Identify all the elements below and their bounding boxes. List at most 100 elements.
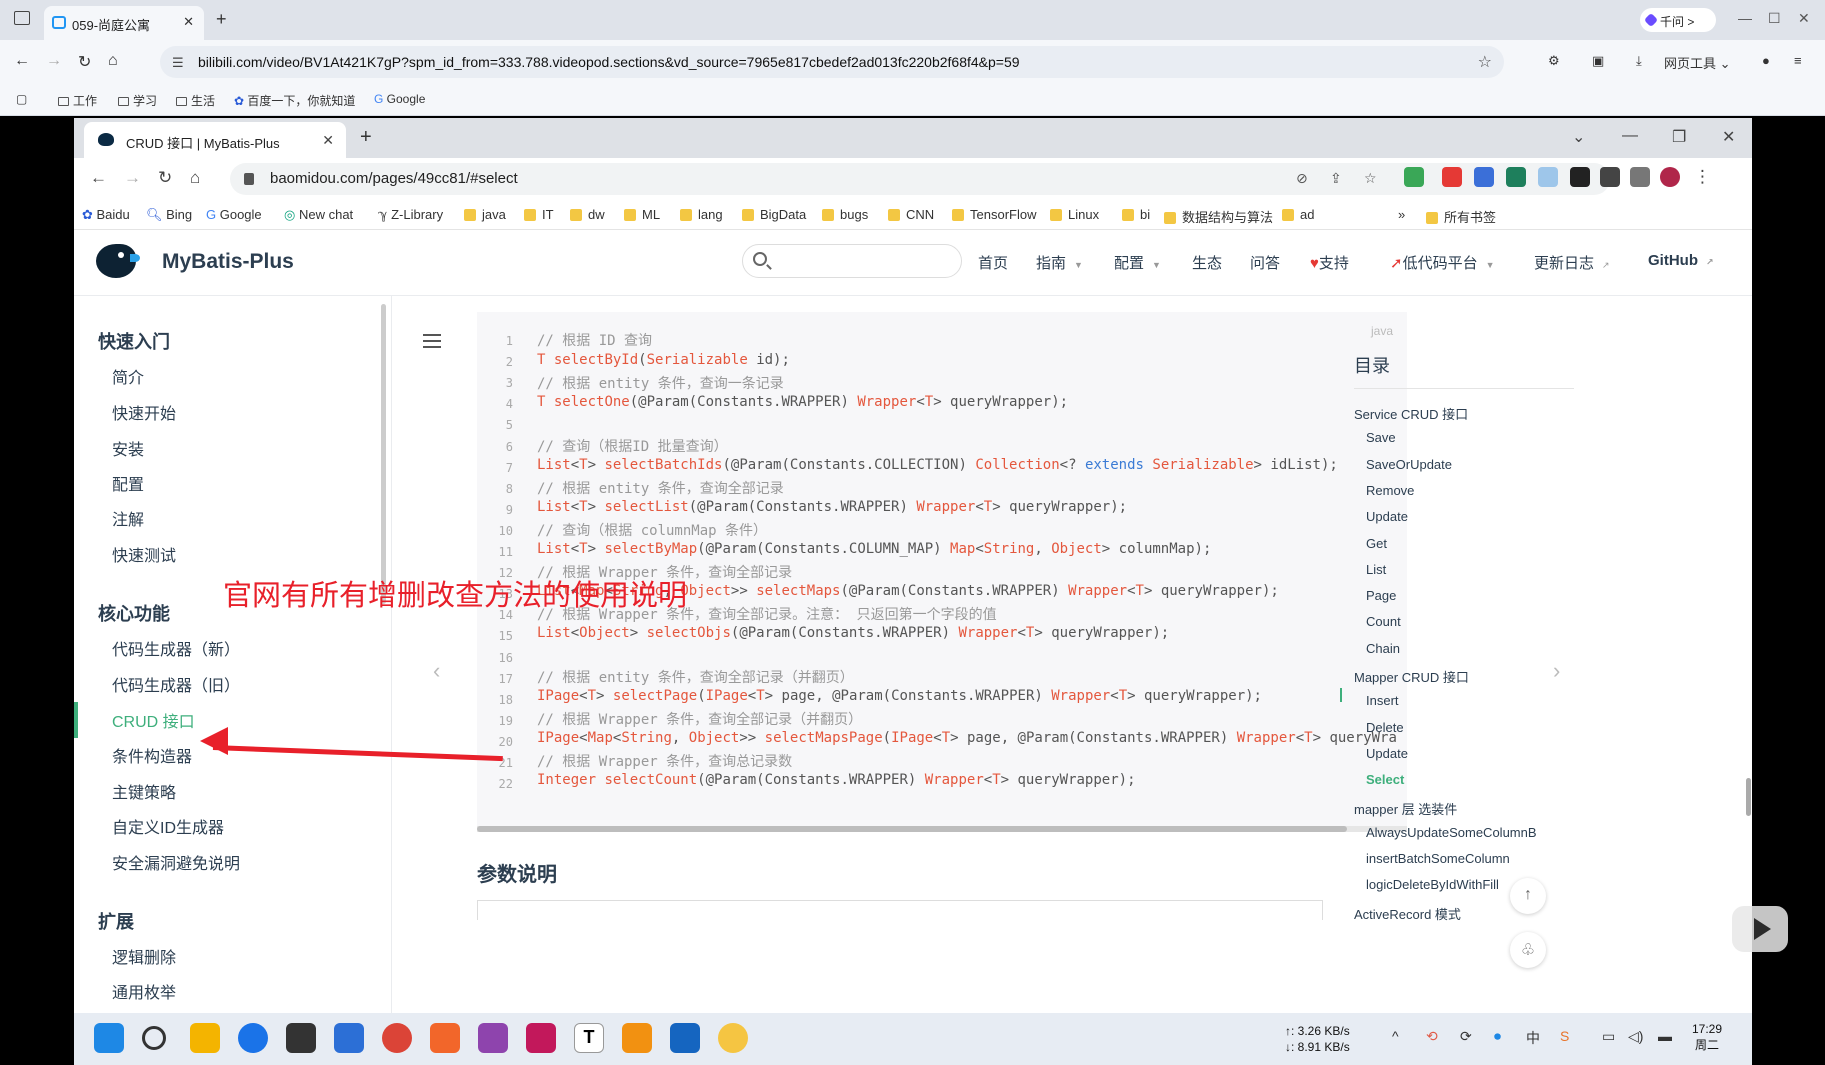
- app-paw-icon[interactable]: [718, 1023, 748, 1053]
- outer-tab-active[interactable]: 059-尚庭公寓 ✕: [44, 6, 204, 40]
- bookmark-baidu[interactable]: ✿ 百度一下，你就知道: [234, 92, 355, 109]
- extension-translate-icon[interactable]: [1474, 167, 1494, 187]
- tray-s-icon[interactable]: S: [1560, 1028, 1569, 1044]
- close-tab-icon[interactable]: ✕: [322, 132, 334, 149]
- nav-support[interactable]: ♥支持: [1310, 252, 1349, 273]
- site-info-icon[interactable]: ☰: [172, 55, 184, 71]
- profile-avatar[interactable]: ●: [1762, 53, 1770, 68]
- reload-icon[interactable]: ↻: [78, 52, 91, 72]
- extensions-puzzle-icon[interactable]: [1600, 167, 1620, 187]
- toc-item[interactable]: Count: [1366, 614, 1401, 629]
- new-tab-button[interactable]: +: [360, 126, 372, 149]
- back-icon[interactable]: ←: [90, 168, 107, 188]
- bookmark-lang[interactable]: lang: [680, 207, 723, 222]
- sidepanel-icon[interactable]: [1630, 167, 1650, 187]
- sidebar-item-codegen-new[interactable]: 代码生成器（新）: [112, 636, 240, 660]
- sidebar-section-title[interactable]: 核心功能: [98, 600, 170, 626]
- site-name[interactable]: MyBatis-Plus: [162, 250, 294, 274]
- home-icon[interactable]: ⌂: [108, 52, 118, 70]
- nav-ecosystem[interactable]: 生态: [1192, 252, 1222, 273]
- nav-github[interactable]: GitHub ↗: [1648, 252, 1714, 269]
- toc-item[interactable]: List: [1366, 562, 1386, 577]
- bookmark-it[interactable]: IT: [524, 207, 554, 222]
- toc-item[interactable]: Chain: [1366, 641, 1400, 656]
- sidebar-item-logicdelete[interactable]: 逻辑删除: [112, 944, 176, 968]
- tray-expand-icon[interactable]: ^: [1392, 1028, 1399, 1044]
- bookmark-dw[interactable]: dw: [570, 207, 605, 222]
- close-tab-icon[interactable]: ✕: [183, 14, 194, 30]
- sidebar-item-install[interactable]: 安装: [112, 436, 144, 460]
- bookmark-newchat[interactable]: ◎ New chat: [284, 207, 353, 223]
- theme-toggle-icon[interactable]: ♧: [1510, 932, 1546, 968]
- bookmark-tensorflow[interactable]: TensorFlow: [952, 207, 1036, 222]
- search-icon[interactable]: [142, 1026, 166, 1050]
- sidebar-item-config[interactable]: 配置: [112, 471, 144, 495]
- vm-icon[interactable]: [670, 1023, 700, 1053]
- menu-icon[interactable]: ⋮: [1694, 167, 1711, 187]
- sidebar-scrollbar[interactable]: [381, 304, 386, 604]
- share-icon[interactable]: ⇪: [1330, 170, 1342, 187]
- terminal-icon[interactable]: [286, 1023, 316, 1053]
- bookmark-bigdata[interactable]: BigData: [742, 207, 806, 222]
- forward-icon[interactable]: →: [124, 168, 141, 188]
- clock[interactable]: 17:29 周二: [1692, 1021, 1722, 1053]
- more-bookmarks-button[interactable]: »: [1398, 207, 1405, 222]
- web-tools-button[interactable]: 网页工具 ⌄: [1664, 53, 1731, 72]
- extension-adguard-icon[interactable]: [1404, 167, 1424, 187]
- close-window-button[interactable]: ✕: [1722, 127, 1735, 147]
- toc-item[interactable]: Update: [1366, 509, 1408, 524]
- chrome-icon[interactable]: [382, 1023, 412, 1053]
- restore-button[interactable]: ❐: [1672, 127, 1686, 147]
- toc-item[interactable]: Update: [1366, 746, 1408, 761]
- sidebar-item-annotation[interactable]: 注解: [112, 506, 144, 530]
- bookmark-baidu[interactable]: ✿ Baidu: [82, 207, 130, 223]
- bookmark-google[interactable]: G Google: [374, 92, 425, 106]
- toc-item[interactable]: Get: [1366, 536, 1387, 551]
- install-app-icon[interactable]: ⊘: [1296, 170, 1308, 187]
- bookmark-bing[interactable]: 🔍︎ Bing: [146, 207, 192, 223]
- tray-app-icon[interactable]: ⟲: [1426, 1028, 1438, 1045]
- nav-changelog[interactable]: 更新日志 ↗: [1534, 252, 1610, 273]
- intellij-icon[interactable]: [526, 1023, 556, 1053]
- nav-config[interactable]: 配置 ▼: [1114, 252, 1161, 273]
- typora-icon[interactable]: T: [574, 1023, 604, 1053]
- sidebar-section-title[interactable]: 快速入门: [98, 328, 170, 354]
- bookmark-life[interactable]: 生活: [176, 92, 215, 109]
- app-diamond-icon[interactable]: [478, 1023, 508, 1053]
- profile-avatar[interactable]: [1660, 167, 1680, 187]
- toc-item[interactable]: insertBatchSomeColumn: [1366, 851, 1510, 866]
- toc-item[interactable]: Insert: [1366, 693, 1399, 708]
- forward-icon[interactable]: →: [46, 52, 62, 70]
- bookmark-star-icon[interactable]: ☆: [1364, 170, 1377, 187]
- network-icon[interactable]: ▭: [1602, 1028, 1615, 1045]
- toc-item[interactable]: SaveOrUpdate: [1366, 457, 1452, 472]
- toc-item[interactable]: Page: [1366, 588, 1396, 603]
- new-tab-button[interactable]: +: [216, 9, 227, 30]
- sidebar-item-security[interactable]: 安全漏洞避免说明: [112, 850, 240, 874]
- battery-icon[interactable]: ▬: [1658, 1028, 1672, 1044]
- toc-item[interactable]: Select: [1366, 772, 1404, 787]
- sidebar-item-intro[interactable]: 简介: [112, 364, 144, 388]
- toc-item[interactable]: Mapper CRUD 接口: [1354, 667, 1469, 686]
- nav-faq[interactable]: 问答: [1250, 252, 1280, 273]
- extension-cloud-icon[interactable]: [1538, 167, 1558, 187]
- sidebar-item-quicktest[interactable]: 快速测试: [112, 542, 176, 566]
- nav-lowcode[interactable]: ➚低代码平台 ▼: [1390, 252, 1495, 273]
- start-icon[interactable]: [94, 1023, 124, 1053]
- hamburger-menu-icon[interactable]: [423, 334, 441, 352]
- sidebar-item-crud[interactable]: CRUD 接口: [112, 708, 195, 732]
- play-button-icon[interactable]: [1732, 906, 1788, 952]
- bookmark-ad[interactable]: ad: [1282, 207, 1314, 222]
- sidebar-item-codegen-old[interactable]: 代码生成器（旧）: [112, 672, 240, 696]
- toc-item[interactable]: logicDeleteByIdWithFill: [1366, 877, 1499, 892]
- toc-item[interactable]: AlwaysUpdateSomeColumnB: [1366, 825, 1537, 840]
- minimize-button[interactable]: —: [1738, 10, 1752, 26]
- chevron-left-icon[interactable]: ‹: [433, 658, 440, 684]
- sidebar-item-idgen[interactable]: 自定义ID生成器: [112, 814, 224, 838]
- tab-search-icon[interactable]: ⌄: [1572, 127, 1585, 147]
- menu-icon[interactable]: ≡: [1794, 53, 1802, 68]
- mybatis-logo-icon[interactable]: [96, 244, 140, 278]
- bookmark-algorithms[interactable]: 数据结构与算法: [1164, 207, 1273, 226]
- bookmark-study[interactable]: 学习: [118, 92, 157, 109]
- sidebar-item-quickstart[interactable]: 快速开始: [112, 400, 176, 424]
